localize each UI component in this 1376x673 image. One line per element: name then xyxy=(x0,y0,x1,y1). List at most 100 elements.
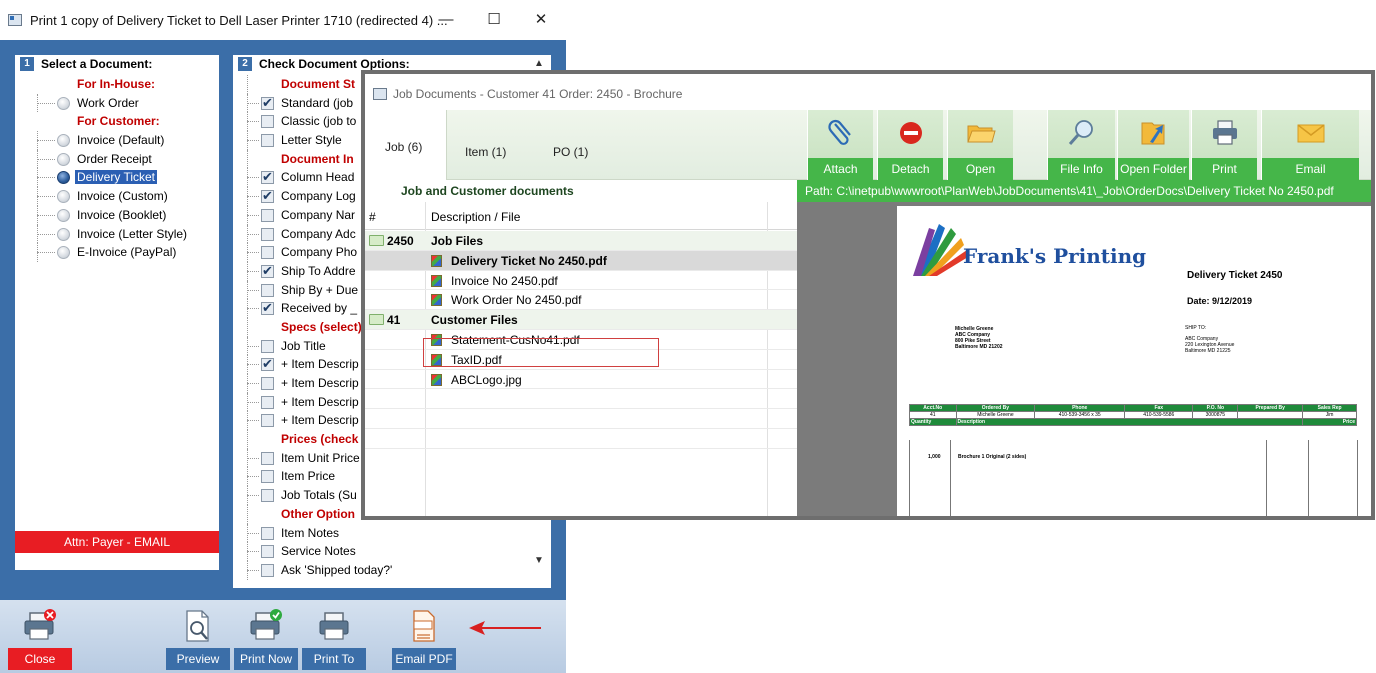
checkbox[interactable] xyxy=(261,414,274,428)
checkbox[interactable] xyxy=(261,356,274,372)
radio-button[interactable] xyxy=(57,227,70,241)
checkbox[interactable] xyxy=(261,489,274,503)
document-option-checkbox-row[interactable]: Service Notes xyxy=(233,542,551,561)
file-row[interactable]: Statement-CusNo41.pdf xyxy=(365,330,797,350)
red-pointer-arrow-icon xyxy=(469,621,541,635)
document-date: Date: 9/12/2019 xyxy=(1187,296,1253,306)
close-button[interactable]: Close xyxy=(8,605,72,670)
document-option[interactable]: Invoice (Letter Style) xyxy=(15,224,219,244)
print-now-button[interactable]: Print Now xyxy=(234,605,298,670)
close-window-button[interactable]: ✕ xyxy=(527,8,555,32)
tree-connector xyxy=(247,364,259,366)
checkbox[interactable] xyxy=(261,470,274,484)
checkbox[interactable] xyxy=(261,115,274,129)
file-row[interactable]: Delivery Ticket No 2450.pdf xyxy=(365,250,797,271)
tab-item[interactable]: Item (1) xyxy=(465,145,506,159)
checkbox[interactable] xyxy=(261,263,274,279)
checkbox[interactable] xyxy=(261,169,274,185)
tree-connector xyxy=(37,102,55,104)
checkbox[interactable] xyxy=(261,526,274,540)
line-description: Brochure 1 Original (2 sides) xyxy=(958,454,1027,460)
empty-row xyxy=(365,429,797,449)
scroll-up-arrow-icon[interactable]: ▲ xyxy=(533,58,545,70)
option-label: Letter Style xyxy=(281,133,342,148)
group-number: 2450 xyxy=(387,234,414,248)
radio-button[interactable] xyxy=(57,171,70,185)
option-label: Company Adc xyxy=(281,226,356,241)
checkbox[interactable] xyxy=(261,208,274,222)
checkbox[interactable] xyxy=(261,395,274,409)
radio-button[interactable] xyxy=(57,96,70,110)
printer-icon xyxy=(1212,120,1237,145)
document-option[interactable]: Work Order xyxy=(15,93,219,113)
tree-connector xyxy=(247,308,259,310)
checkbox[interactable] xyxy=(261,227,274,241)
document-group-heading: For In-House: xyxy=(15,75,219,94)
checkbox[interactable] xyxy=(261,545,274,559)
document-option[interactable]: Invoice (Booklet) xyxy=(15,205,219,225)
document-option[interactable]: Invoice (Default) xyxy=(15,131,219,150)
tree-connector xyxy=(247,495,259,497)
radio-button[interactable] xyxy=(57,246,70,260)
column-number-header[interactable]: # xyxy=(369,210,376,224)
file-row[interactable]: ABCLogo.jpg xyxy=(365,370,797,390)
checkbox[interactable] xyxy=(261,283,274,297)
print-to-button[interactable]: Print To xyxy=(302,605,366,670)
document-option[interactable]: E-Invoice (PayPal) xyxy=(15,243,219,262)
checkbox[interactable] xyxy=(261,377,274,390)
preview-button[interactable]: Preview xyxy=(166,605,230,670)
option-label: + Item Descrip xyxy=(281,376,359,390)
checkbox[interactable] xyxy=(261,563,274,577)
minimize-button[interactable]: — xyxy=(432,8,460,32)
folder-icon xyxy=(369,314,384,326)
checkbox[interactable] xyxy=(261,95,274,111)
file-group-row[interactable]: 2450 Job Files xyxy=(365,231,797,251)
line-items-body: 1,000 Brochure 1 Original (2 sides) xyxy=(909,440,1358,516)
group-name: Job Files xyxy=(431,234,484,248)
file-row[interactable]: TaxID.pdf xyxy=(365,350,797,370)
document-option-checkbox-row[interactable]: Item Notes xyxy=(233,523,551,543)
print-button[interactable]: Print xyxy=(1191,110,1257,180)
company-name: Frank's Printing xyxy=(963,244,1147,268)
radio-button[interactable] xyxy=(57,208,70,222)
attach-button[interactable]: Attach xyxy=(807,110,873,180)
job-documents-window: Job Documents - Customer 41 Order: 2450 … xyxy=(361,70,1375,520)
order-info-header-cell: Prepared By xyxy=(1237,404,1304,412)
scroll-down-arrow-icon[interactable]: ▼ xyxy=(533,555,545,567)
radio-button[interactable] xyxy=(57,190,70,204)
radio-button[interactable] xyxy=(57,134,70,148)
file-row[interactable]: Work Order No 2450.pdf xyxy=(365,290,797,311)
checkbox[interactable] xyxy=(261,134,274,148)
checkbox[interactable] xyxy=(261,300,274,316)
open-folder-button[interactable]: Open Folder xyxy=(1117,110,1189,180)
checkbox[interactable] xyxy=(261,188,274,204)
option-label: Company Pho xyxy=(281,245,358,260)
tab-job[interactable]: Job (6) xyxy=(365,110,447,180)
document-option-checkbox-row[interactable]: Ask 'Shipped today?' xyxy=(233,560,551,580)
preview-page[interactable]: Frank's Printing Delivery Ticket 2450 Da… xyxy=(897,206,1371,516)
detach-button[interactable]: Detach xyxy=(877,110,943,180)
tree-connector xyxy=(247,196,259,198)
tab-po[interactable]: PO (1) xyxy=(553,145,588,159)
file-group-row[interactable]: 41 Customer Files xyxy=(365,310,797,330)
file-info-button[interactable]: File Info xyxy=(1047,110,1115,180)
file-type-icon xyxy=(431,294,442,307)
checkbox[interactable] xyxy=(261,246,274,260)
file-row[interactable]: Invoice No 2450.pdf xyxy=(365,271,797,291)
order-info-value-cell: Jim xyxy=(1302,411,1357,419)
checkbox[interactable] xyxy=(261,339,274,353)
option-label: Ship By + Due xyxy=(281,282,359,297)
email-pdf-button[interactable]: Email PDF xyxy=(392,605,456,670)
maximize-button[interactable]: ☐ xyxy=(480,8,508,32)
open-button[interactable]: Open xyxy=(947,110,1013,180)
detach-button-label: Detach xyxy=(878,158,943,180)
checkbox[interactable] xyxy=(261,451,274,465)
document-option[interactable]: Order Receipt xyxy=(15,149,219,169)
document-option[interactable]: Delivery Ticket xyxy=(15,168,219,188)
document-option[interactable]: Invoice (Custom) xyxy=(15,187,219,206)
radio-button[interactable] xyxy=(57,152,70,166)
email-button[interactable]: Email xyxy=(1261,110,1359,180)
order-info-header-cell: Ordered By xyxy=(955,404,1036,412)
column-description-header[interactable]: Description / File xyxy=(431,210,520,224)
file-name: Work Order No 2450.pdf xyxy=(451,293,582,308)
